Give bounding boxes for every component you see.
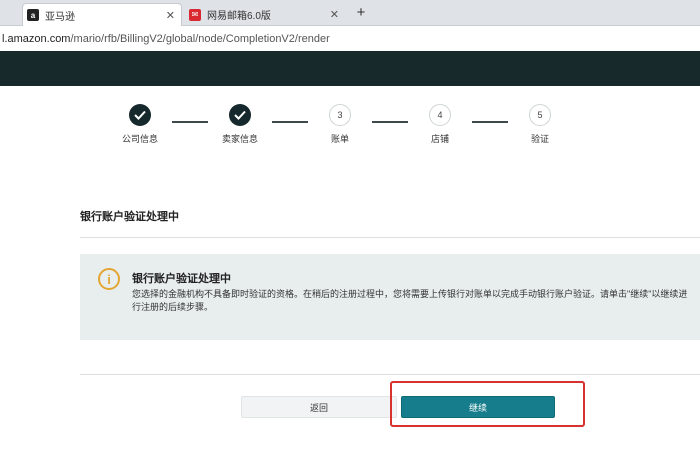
step-store: 4 店铺	[410, 104, 470, 145]
close-tab-icon[interactable]: ✕	[166, 9, 175, 22]
url-host: l.amazon.com	[2, 33, 71, 45]
step-number: 3	[329, 104, 351, 126]
step-verification: 5 验证	[510, 104, 570, 145]
new-tab-button[interactable]: +	[352, 4, 370, 21]
amazon-favicon-icon: a	[27, 9, 39, 21]
page-title: 银行账户验证处理中	[80, 211, 179, 223]
alert-title: 银行账户验证处理中	[132, 273, 231, 285]
tab-label: 亚马逊	[45, 11, 75, 23]
step-company-info: 公司信息	[110, 104, 170, 145]
continue-button[interactable]: 继续	[401, 396, 555, 418]
divider	[80, 237, 700, 238]
step-number: 5	[529, 104, 551, 126]
step-billing: 3 账单	[310, 104, 370, 145]
alert-body: 您选择的金融机构不具备即时验证的资格。在稍后的注册过程中，您将需要上传银行对账单…	[132, 289, 688, 312]
site-header	[0, 51, 700, 86]
browser-tab-netease-mail[interactable]: ✉ 网易邮箱6.0版 ✕	[185, 3, 345, 26]
url-path: /mario/rfb/BillingV2/global/node/Complet…	[70, 33, 330, 45]
netease-mail-favicon-icon: ✉	[189, 8, 201, 21]
close-tab-icon[interactable]: ✕	[330, 8, 339, 21]
step-label: 公司信息	[121, 134, 158, 144]
browser-tab-bar: a 亚马逊 ✕ ✉ 网易邮箱6.0版 ✕ +	[0, 0, 700, 26]
step-label: 店铺	[430, 134, 449, 144]
checkmark-icon	[129, 104, 151, 126]
step-number: 4	[429, 104, 451, 126]
info-alert: i 银行账户验证处理中 您选择的金融机构不具备即时验证的资格。在稍后的注册过程中…	[80, 254, 700, 340]
address-bar[interactable]: l.amazon.com/mario/rfb/BillingV2/global/…	[0, 27, 700, 51]
step-label: 卖家信息	[221, 134, 258, 144]
browser-tab-amazon[interactable]: a 亚马逊 ✕	[22, 3, 182, 26]
info-icon: i	[98, 268, 120, 290]
progress-stepper: 公司信息 卖家信息 3 账单 4 店铺 5 验证	[0, 104, 700, 154]
divider	[80, 374, 700, 375]
back-button[interactable]: 返回	[241, 396, 397, 418]
step-label: 账单	[330, 134, 349, 144]
step-label: 验证	[530, 134, 549, 144]
tab-label: 网易邮箱6.0版	[207, 11, 271, 22]
step-seller-info: 卖家信息	[210, 104, 270, 145]
checkmark-icon	[229, 104, 251, 126]
